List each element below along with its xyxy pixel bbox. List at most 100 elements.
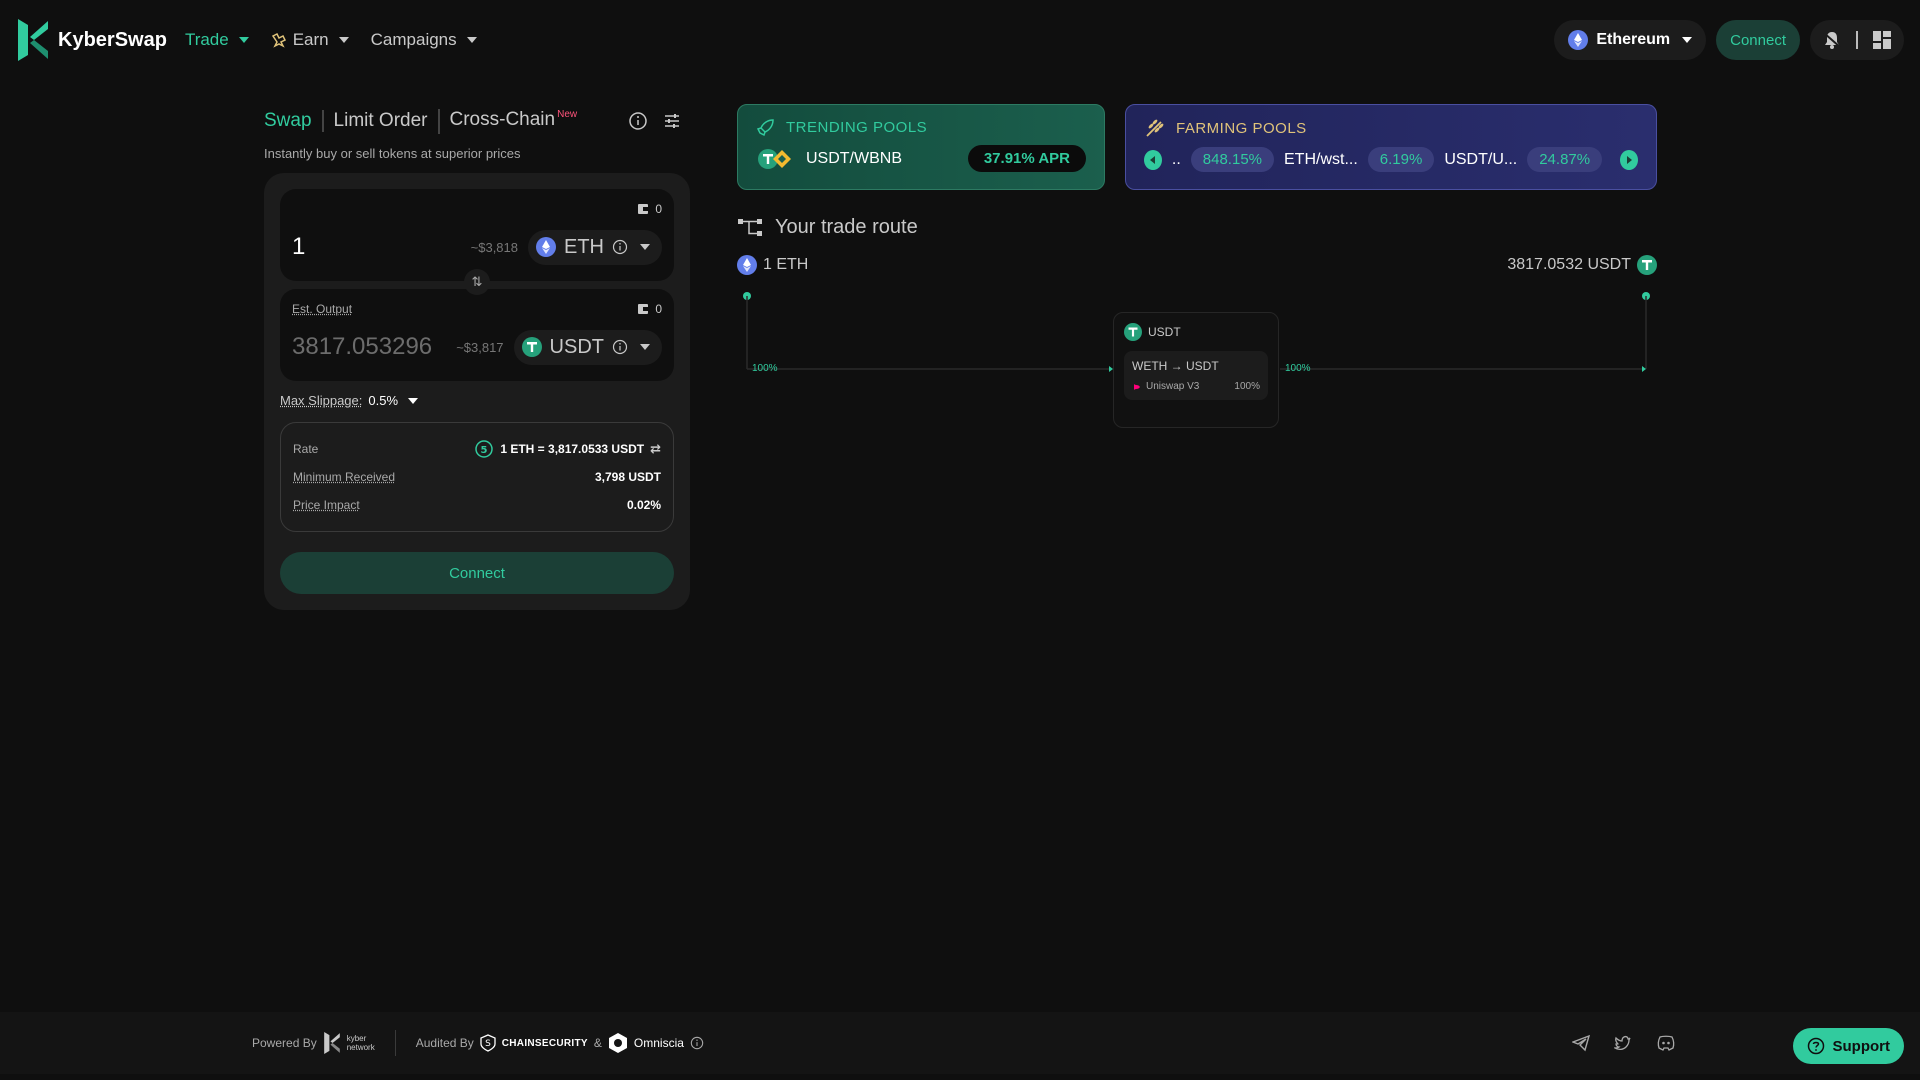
output-balance[interactable]: 0 bbox=[637, 302, 662, 316]
footer-social-links bbox=[1572, 1034, 1676, 1052]
chevron-down-icon bbox=[1682, 37, 1693, 43]
farm-pool-name-3[interactable]: USDT/U... bbox=[1444, 151, 1517, 169]
tab-cross-chain[interactable]: Cross-Chain New bbox=[437, 108, 588, 134]
token-info-icon[interactable] bbox=[612, 239, 628, 255]
arrow-left-icon bbox=[1149, 155, 1155, 164]
info-icon[interactable] bbox=[628, 111, 648, 131]
ethereum-icon bbox=[1568, 30, 1589, 50]
route-hop-pair: WETH → USDT bbox=[1132, 359, 1219, 373]
min-received-value: 3,798 USDT bbox=[594, 470, 661, 484]
network-name: Ethereum bbox=[1596, 31, 1671, 48]
route-icon bbox=[738, 218, 762, 236]
top-nav: KyberSwap Trade Earn Campaigns Ethereum bbox=[0, 0, 1920, 80]
kyber-wordmark-bottom: network bbox=[346, 1043, 375, 1052]
nav-earn[interactable]: Earn bbox=[271, 30, 349, 50]
rate-value-group: 5 1 ETH = 3,817.0533 USDT ⇄ bbox=[474, 439, 661, 459]
dashboard-grid-icon[interactable] bbox=[1872, 30, 1892, 50]
kyberswap-logo[interactable]: KyberSwap bbox=[16, 17, 167, 63]
usdt-token-icon bbox=[1637, 255, 1657, 275]
bell-icon[interactable] bbox=[1822, 30, 1842, 50]
eth-token-icon bbox=[536, 237, 556, 257]
farm-prev-button[interactable] bbox=[1144, 149, 1162, 170]
eth-token-icon bbox=[737, 255, 757, 275]
network-selector[interactable]: Ethereum bbox=[1554, 20, 1707, 60]
footer-divider bbox=[394, 1030, 396, 1056]
kyber-network-wordmark: kyber network bbox=[347, 1034, 375, 1052]
farming-pool-row: .. 848.15% ETH/wst... 6.19% USDT/U... 24… bbox=[1144, 147, 1638, 172]
header-connect-button[interactable]: Connect bbox=[1716, 20, 1800, 60]
swap-direction-button[interactable]: ⇅ bbox=[464, 269, 490, 295]
input-balance[interactable]: 0 bbox=[637, 202, 662, 216]
audited-by-label: Audited By bbox=[415, 1036, 474, 1050]
farm-pool-apr-2: 6.19% bbox=[1367, 147, 1435, 172]
support-button[interactable]: Support bbox=[1792, 1028, 1904, 1064]
output-token-selector[interactable]: USDT bbox=[513, 329, 662, 365]
header-actions: Ethereum Connect bbox=[1554, 20, 1904, 60]
help-icon bbox=[1807, 1037, 1824, 1055]
settings-sliders-icon[interactable] bbox=[662, 111, 682, 131]
swap-connect-button[interactable]: Connect bbox=[280, 552, 674, 594]
route-right-percent: 100% bbox=[1285, 363, 1311, 374]
price-impact-row: Price Impact 0.02% bbox=[293, 491, 661, 519]
route-hop-dex-percent: 100% bbox=[1234, 381, 1260, 392]
pools-banner: TRENDING POOLS USDT/WBNB 37.91% APR FARM… bbox=[737, 104, 1657, 190]
powered-by-label: Powered By bbox=[252, 1036, 317, 1050]
farming-pools-card: FARMING POOLS .. 848.15% ETH/wst... 6.19… bbox=[1125, 104, 1657, 190]
swap-subtitle: Instantly buy or sell tokens at superior… bbox=[264, 146, 521, 161]
rocket-icon bbox=[756, 119, 774, 137]
trending-pools-card[interactable]: TRENDING POOLS USDT/WBNB 37.91% APR bbox=[737, 104, 1105, 190]
slippage-row[interactable]: Max Slippage: 0.5% bbox=[280, 393, 674, 408]
token-info-icon[interactable] bbox=[612, 339, 628, 355]
output-balance-value: 0 bbox=[655, 302, 662, 316]
nav-campaigns-label: Campaigns bbox=[370, 30, 457, 49]
swap-tools bbox=[628, 111, 690, 131]
chevron-down-icon bbox=[640, 244, 650, 250]
farm-next-button[interactable] bbox=[1620, 149, 1638, 170]
nav-campaigns[interactable]: Campaigns bbox=[371, 30, 477, 50]
chevron-down-icon bbox=[238, 37, 249, 43]
usdt-token-icon bbox=[1124, 323, 1142, 341]
farm-pool-name-1[interactable]: .. bbox=[1172, 151, 1181, 169]
trending-pools-title: TRENDING POOLS bbox=[786, 118, 928, 136]
arrow-right-icon bbox=[1627, 155, 1633, 164]
tab-swap[interactable]: Swap bbox=[264, 110, 322, 132]
chevron-down-icon bbox=[640, 344, 650, 350]
chainsecurity-name[interactable]: CHAINSECURITY bbox=[502, 1038, 588, 1049]
trade-route-header: Your trade route bbox=[737, 216, 1657, 239]
telegram-icon[interactable] bbox=[1572, 1034, 1590, 1052]
chainsecurity-logo-icon: S bbox=[480, 1034, 496, 1052]
discord-icon[interactable] bbox=[1656, 1034, 1676, 1052]
route-hop-card: USDT WETH → USDT Uniswap V3 100% bbox=[1113, 312, 1279, 428]
omniscia-name[interactable]: Omniscia bbox=[634, 1036, 684, 1050]
wallet-icon bbox=[638, 304, 649, 314]
tab-limit-order[interactable]: Limit Order bbox=[321, 110, 438, 132]
nav-trade[interactable]: Trade bbox=[185, 30, 249, 50]
kyber-logo-icon bbox=[18, 19, 48, 61]
trending-pool-apr: 37.91% APR bbox=[967, 145, 1086, 172]
brand-name: KyberSwap bbox=[58, 28, 167, 51]
route-endpoints: 1 ETH 3817.0532 USDT bbox=[737, 255, 1657, 275]
swap-panel: Swap Limit Order Cross-Chain New Instantl… bbox=[264, 104, 690, 610]
rate-countdown: 5 bbox=[481, 445, 488, 456]
uniswap-icon bbox=[1134, 383, 1140, 390]
nav-earn-label: Earn bbox=[292, 30, 329, 49]
refresh-timer-icon[interactable]: 5 bbox=[474, 439, 494, 459]
trending-pool-pair: USDT/WBNB bbox=[806, 149, 902, 167]
farm-pool-name-2[interactable]: ETH/wst... bbox=[1284, 151, 1358, 169]
invert-rate-icon[interactable]: ⇄ bbox=[650, 441, 661, 457]
est-output-label: Est. Output bbox=[292, 302, 353, 316]
input-balance-value: 0 bbox=[655, 202, 662, 216]
chevron-down-icon bbox=[408, 397, 419, 404]
trade-route-title: Your trade route bbox=[775, 216, 918, 238]
input-token-selector[interactable]: ETH bbox=[528, 229, 662, 265]
swap-tabs: Swap Limit Order Cross-Chain New bbox=[264, 104, 690, 138]
route-left-percent: 100% bbox=[752, 363, 778, 374]
main-nav: Trade Earn Campaigns bbox=[185, 30, 477, 50]
route-hop-detail[interactable]: WETH → USDT Uniswap V3 100% bbox=[1124, 351, 1268, 400]
audit-info-icon[interactable] bbox=[690, 1036, 704, 1050]
twitter-icon[interactable] bbox=[1614, 1034, 1632, 1052]
input-amount-field[interactable]: 1 bbox=[292, 233, 471, 261]
kyber-wordmark-top: kyber bbox=[346, 1034, 367, 1043]
farming-pools-header: FARMING POOLS bbox=[1144, 117, 1638, 139]
ampersand: & bbox=[593, 1036, 602, 1050]
